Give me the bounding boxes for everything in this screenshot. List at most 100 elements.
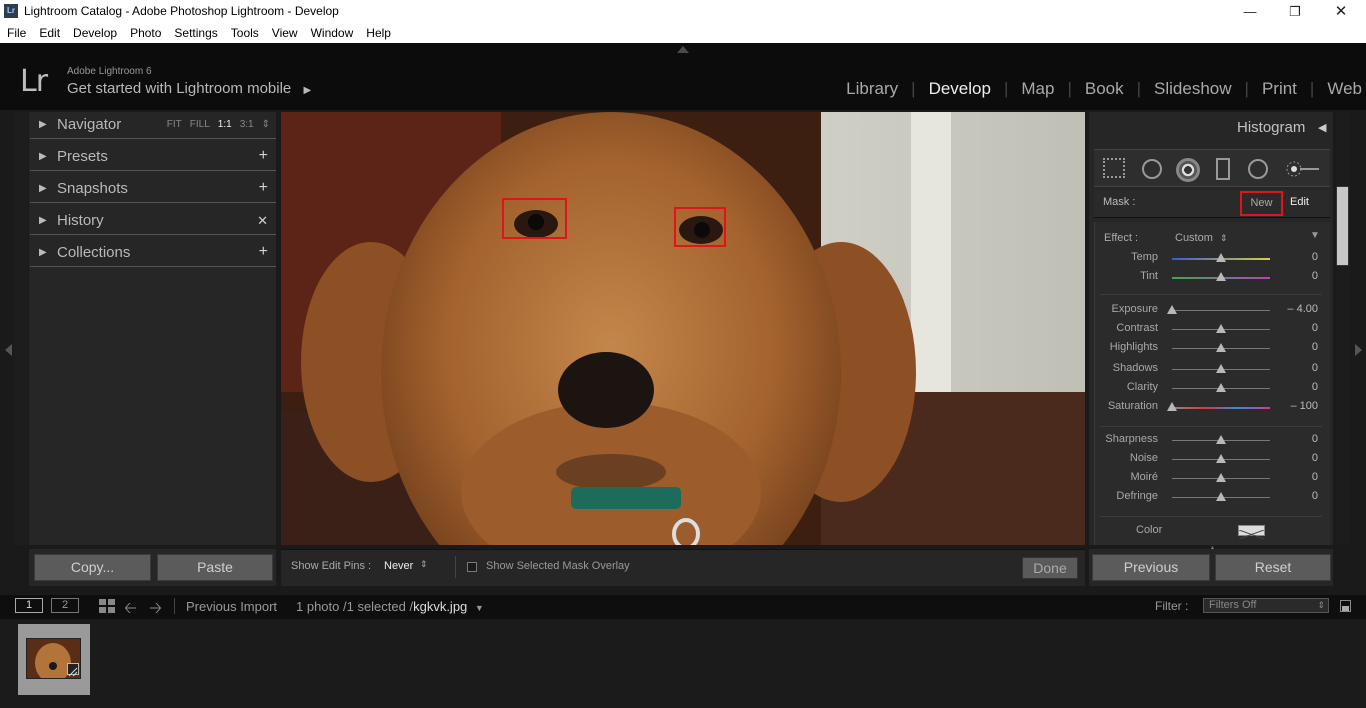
clear-history-icon[interactable]: ✕	[257, 213, 268, 229]
collections-header[interactable]: ▶ Collections +	[30, 241, 276, 267]
minimize-icon[interactable]: —	[1227, 0, 1273, 23]
spot-removal-icon[interactable]	[1142, 159, 1162, 179]
filter-lock-icon[interactable]	[1340, 600, 1351, 612]
module-slideshow[interactable]: Slideshow	[1141, 79, 1245, 98]
grid-view-icon[interactable]	[99, 599, 115, 613]
slider-thumb[interactable]	[1216, 272, 1226, 281]
zoom-spinner-icon[interactable]: ⇕	[262, 119, 270, 130]
module-web[interactable]: Web	[1314, 79, 1366, 98]
slider-value[interactable]: 0	[1312, 322, 1318, 334]
top-panel-toggle-icon[interactable]	[677, 46, 689, 53]
module-book[interactable]: Book	[1072, 79, 1137, 98]
menu-tools[interactable]: Tools	[224, 23, 265, 40]
add-preset-icon[interactable]: +	[259, 147, 268, 165]
module-develop[interactable]: Develop	[916, 79, 1004, 98]
photo-canvas[interactable]	[281, 112, 1085, 545]
show-edit-pins-dropdown[interactable]: Never	[384, 560, 413, 572]
slider-value[interactable]: – 100	[1290, 400, 1318, 412]
slider-moir[interactable]: Moiré 0	[1094, 469, 1330, 487]
slider-value[interactable]: 0	[1312, 362, 1318, 374]
restore-icon[interactable]: ❐	[1272, 0, 1318, 23]
slider-value[interactable]: – 4.00	[1287, 303, 1318, 315]
module-library[interactable]: Library	[833, 79, 911, 98]
forward-arrow-icon[interactable]: 🡢	[149, 597, 162, 624]
slider-sharpness[interactable]: Sharpness 0	[1094, 431, 1330, 449]
mask-edit-button[interactable]: Edit	[1290, 196, 1309, 208]
snapshots-header[interactable]: ▶ Snapshots +	[30, 177, 276, 203]
dropdown-spinner-icon[interactable]: ⇕	[420, 559, 428, 570]
source-label[interactable]: Previous Import	[186, 599, 277, 614]
menu-edit[interactable]: Edit	[32, 23, 66, 40]
right-panel-toggle-icon[interactable]	[1355, 344, 1362, 356]
graduated-filter-icon[interactable]	[1216, 158, 1230, 180]
slider-thumb[interactable]	[1216, 383, 1226, 392]
slider-thumb[interactable]	[1216, 364, 1226, 373]
reset-button[interactable]: Reset	[1215, 554, 1331, 581]
histogram-header[interactable]: Histogram	[1237, 119, 1305, 136]
filename[interactable]: kgkvk.jpg	[413, 599, 467, 614]
slider-value[interactable]: 0	[1312, 270, 1318, 282]
second-window-button[interactable]: 2	[51, 598, 79, 613]
presets-header[interactable]: ▶ Presets +	[30, 145, 276, 171]
back-arrow-icon[interactable]: 🡠	[124, 597, 137, 624]
copy-button[interactable]: Copy...	[34, 554, 151, 581]
menu-window[interactable]: Window	[304, 23, 360, 40]
zoom-fit[interactable]: FIT	[167, 119, 182, 130]
red-eye-selection-right[interactable]	[674, 207, 726, 247]
slider-defringe[interactable]: Defringe 0	[1094, 488, 1330, 506]
left-panel-toggle-icon[interactable]	[5, 344, 12, 356]
close-icon[interactable]: ✕	[1318, 0, 1364, 23]
paste-button[interactable]: Paste	[157, 554, 273, 581]
slider-value[interactable]: 0	[1312, 433, 1318, 445]
module-map[interactable]: Map	[1008, 79, 1067, 98]
filter-dropdown[interactable]: Filters Off ⇕	[1203, 598, 1329, 613]
slider-thumb[interactable]	[1216, 324, 1226, 333]
color-swatch[interactable]	[1238, 525, 1265, 540]
zoom-3-1[interactable]: 3:1	[240, 119, 254, 130]
zoom-fill[interactable]: FILL	[190, 119, 210, 130]
radial-filter-icon[interactable]	[1248, 159, 1268, 179]
menu-settings[interactable]: Settings	[167, 23, 223, 40]
slider-thumb[interactable]	[1167, 305, 1177, 314]
slider-thumb[interactable]	[1216, 343, 1226, 352]
slider-value[interactable]: 0	[1312, 341, 1318, 353]
slider-value[interactable]: 0	[1312, 381, 1318, 393]
done-button[interactable]: Done	[1022, 557, 1078, 579]
adjustment-brush-icon[interactable]	[1286, 159, 1320, 179]
add-snapshot-icon[interactable]: +	[259, 179, 268, 197]
crop-overlay-icon[interactable]	[1103, 158, 1125, 178]
history-header[interactable]: ▶ History ✕	[30, 209, 276, 235]
slider-temp[interactable]: Temp 0	[1094, 249, 1330, 267]
zoom-1-1[interactable]: 1:1	[218, 119, 232, 130]
red-eye-icon[interactable]	[1176, 158, 1200, 182]
collapse-triangle-icon[interactable]: ◀	[1318, 121, 1326, 134]
menu-view[interactable]: View	[265, 23, 304, 40]
slider-track[interactable]	[1172, 407, 1270, 409]
slider-value[interactable]: 0	[1312, 471, 1318, 483]
slider-thumb[interactable]	[1216, 435, 1226, 444]
slider-value[interactable]: 0	[1312, 452, 1318, 464]
slider-tint[interactable]: Tint 0	[1094, 268, 1330, 286]
slider-value[interactable]: 0	[1312, 490, 1318, 502]
right-panel-scrollbar[interactable]	[1336, 186, 1349, 266]
effect-collapse-icon[interactable]: ▼	[1310, 230, 1320, 241]
slider-thumb[interactable]	[1216, 473, 1226, 482]
slider-thumb[interactable]	[1216, 492, 1226, 501]
slider-exposure[interactable]: Exposure – 4.00	[1094, 301, 1330, 319]
mobile-promo-link[interactable]: Get started with Lightroom mobile ▶	[67, 80, 311, 97]
slider-thumb[interactable]	[1216, 253, 1226, 262]
menu-help[interactable]: Help	[359, 23, 397, 40]
mask-overlay-checkbox[interactable]	[467, 562, 477, 572]
filename-dropdown-icon[interactable]: ▼	[475, 603, 484, 613]
slider-saturation[interactable]: Saturation – 100	[1094, 398, 1330, 416]
previous-button[interactable]: Previous	[1092, 554, 1210, 581]
add-collection-icon[interactable]: +	[259, 243, 268, 261]
red-eye-selection-left[interactable]	[502, 198, 567, 239]
slider-noise[interactable]: Noise 0	[1094, 450, 1330, 468]
slider-value[interactable]: 0	[1312, 251, 1318, 263]
menu-develop[interactable]: Develop	[66, 23, 123, 40]
slider-highlights[interactable]: Highlights 0	[1094, 339, 1330, 357]
slider-clarity[interactable]: Clarity 0	[1094, 379, 1330, 397]
slider-thumb[interactable]	[1216, 454, 1226, 463]
slider-shadows[interactable]: Shadows 0	[1094, 360, 1330, 378]
